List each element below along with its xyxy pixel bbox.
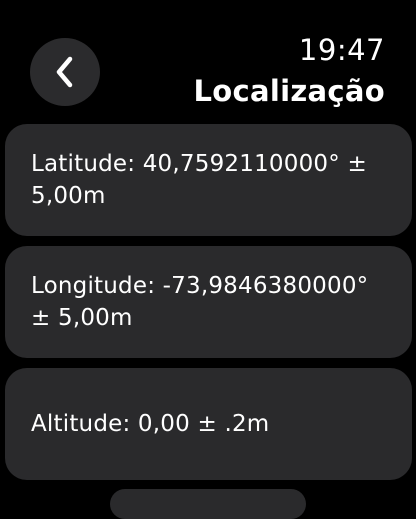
latitude-text: Latitude: 40,7592110000° ± 5,00m — [31, 151, 367, 209]
clock: 19:47 — [298, 33, 385, 67]
header: 19:47 Localização — [194, 30, 385, 112]
altitude-card[interactable]: Altitude: 0,00 ± .2m — [5, 368, 412, 480]
longitude-text: Longitude: -73,9846380000° ± 5,00m — [31, 273, 369, 331]
latitude-card[interactable]: Latitude: 40,7592110000° ± 5,00m — [5, 124, 412, 236]
chevron-left-icon — [55, 55, 75, 89]
next-card-peek[interactable] — [110, 489, 306, 519]
altitude-text: Altitude: 0,00 ± .2m — [31, 411, 270, 437]
page-title: Localização — [193, 74, 385, 108]
back-button[interactable] — [30, 38, 100, 106]
longitude-card[interactable]: Longitude: -73,9846380000° ± 5,00m — [5, 246, 412, 358]
